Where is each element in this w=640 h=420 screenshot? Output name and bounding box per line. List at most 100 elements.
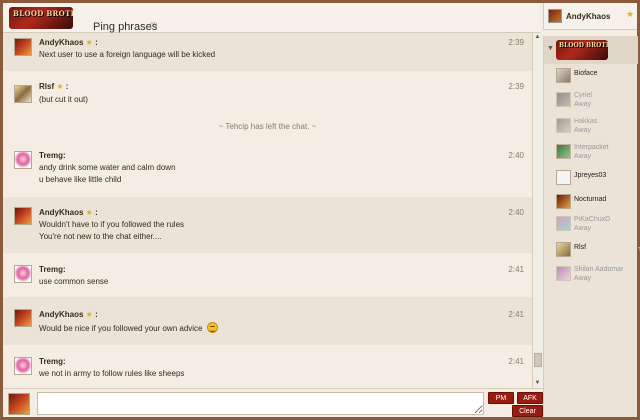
avatar xyxy=(556,242,571,257)
chat-header: BLOOD BROTHERS Ping phrases (?) xyxy=(3,3,540,33)
message-username[interactable]: Tremg: xyxy=(39,265,66,274)
user-name: Rlsf xyxy=(574,244,587,251)
user-name: PiKaChuxD xyxy=(574,216,611,223)
message-text: u behave like little child xyxy=(39,175,122,184)
star-icon: ★ xyxy=(626,9,635,19)
avatar xyxy=(556,194,571,209)
message-list: AndyKhaos ★ : Next user to use a foreign… xyxy=(3,33,532,388)
inline-alert: ~ Tehcip has left the chat. ~ xyxy=(218,122,317,131)
message-username[interactable]: AndyKhaos ★ : xyxy=(39,208,98,217)
user-status: Away xyxy=(574,275,591,282)
user-status: Away xyxy=(574,101,591,108)
user-name: Hakkas xyxy=(574,118,598,125)
star-icon: ★ xyxy=(85,208,93,217)
message-item: AndyKhaos ★ : Wouldn't have to if you fo… xyxy=(3,197,532,253)
user-list-header[interactable]: ▼ BLOOD BROTHERS xyxy=(544,36,638,64)
avatar[interactable] xyxy=(14,357,32,375)
message-timestamp: 2:40 xyxy=(508,151,524,160)
collapse-icon[interactable]: ▼ xyxy=(547,45,554,52)
room-help-link[interactable]: (?) xyxy=(150,23,157,29)
user-status: Away xyxy=(574,153,591,160)
message-username[interactable]: Tremg: xyxy=(39,151,66,160)
message-text: Next user to use a foreign language will… xyxy=(39,50,216,59)
message-text: (but cut it out) xyxy=(39,95,88,104)
avatar xyxy=(556,92,571,107)
avatar xyxy=(556,118,571,133)
user-name: Interpacket xyxy=(574,144,609,151)
message-item: Tremg: we not in army to follow rules li… xyxy=(3,345,532,388)
current-user-name: AndyKhaos xyxy=(566,12,611,21)
avatar xyxy=(556,266,571,281)
clear-button[interactable]: Clear xyxy=(512,405,543,417)
user-name: Jpreyes03 xyxy=(574,172,607,179)
message-text: Wouldn't have to if you followed the rul… xyxy=(39,220,185,229)
avatar[interactable] xyxy=(14,309,32,327)
scroll-thumb[interactable] xyxy=(534,353,542,367)
wiki-logo[interactable]: BLOOD BROTHERS xyxy=(9,7,73,29)
message-timestamp: 2:41 xyxy=(508,357,524,366)
message-text: andy drink some water and calm down xyxy=(39,163,176,172)
star-icon: ★ xyxy=(85,310,93,319)
message-username[interactable]: AndyKhaos ★ : xyxy=(39,38,98,47)
user-list-item[interactable]: Shilan Aadomar Away xyxy=(556,264,636,284)
logo-text: BLOOD BROTHERS xyxy=(13,9,73,18)
message-username[interactable]: AndyKhaos ★ : xyxy=(39,310,98,319)
message-item: Rlsf ★ : (but cut it out) 2:39 xyxy=(3,71,532,111)
pm-button[interactable]: PM xyxy=(488,392,514,404)
user-name: Cyriel xyxy=(574,92,592,99)
message-username[interactable]: Tremg: xyxy=(39,357,66,366)
logo-text: BLOOD BROTHERS xyxy=(559,42,608,49)
scroll-up-icon[interactable]: ▲ xyxy=(533,33,542,42)
user-list-item[interactable]: Jpreyes03 xyxy=(556,168,636,188)
avatar xyxy=(556,216,571,231)
user-list-item[interactable]: Bioface xyxy=(556,66,636,86)
afk-button[interactable]: AFK xyxy=(517,392,543,404)
user-status: Away xyxy=(574,127,591,134)
current-user-bar[interactable]: AndyKhaos ★ xyxy=(543,3,637,30)
user-list-item[interactable]: Hakkas Away xyxy=(556,116,636,136)
smiley-icon xyxy=(206,322,218,333)
user-list-item[interactable]: Nocturnad xyxy=(556,192,636,212)
message-timestamp: 2:39 xyxy=(508,38,524,47)
message-composer: PM AFK Clear xyxy=(3,388,543,417)
user-name: Shilan Aadomar xyxy=(574,266,624,273)
message-input[interactable] xyxy=(37,392,484,415)
avatar[interactable] xyxy=(14,207,32,225)
avatar xyxy=(556,68,571,83)
user-list-item[interactable]: Rlsf ★ xyxy=(556,240,640,260)
message-text: use common sense xyxy=(39,277,109,286)
user-name: Nocturnad xyxy=(574,196,607,203)
message-item: AndyKhaos ★ : Next user to use a foreign… xyxy=(3,33,532,71)
wiki-logo-small: BLOOD BROTHERS xyxy=(556,40,608,60)
avatar[interactable] xyxy=(14,265,32,283)
user-name: Bioface xyxy=(574,70,598,77)
avatar[interactable] xyxy=(14,38,32,56)
message-item: Tremg: andy drink some water and calm do… xyxy=(3,143,532,195)
scroll-down-icon[interactable]: ▼ xyxy=(533,379,542,388)
avatar xyxy=(556,170,571,185)
star-icon: ★ xyxy=(56,82,64,91)
message-item: Tremg: use common sense 2:41 xyxy=(3,253,532,297)
user-status: Away xyxy=(574,225,591,232)
user-list-sidebar: ▼ BLOOD BROTHERS Bioface Cyriel Away Hak… xyxy=(543,36,640,417)
message-timestamp: 2:40 xyxy=(508,208,524,217)
message-timestamp: 2:39 xyxy=(508,82,524,91)
message-text: You're not new to the chat either.... xyxy=(39,232,162,241)
room-title: Ping phrases xyxy=(93,21,158,33)
message-timestamp: 2:41 xyxy=(508,310,524,319)
message-item: AndyKhaos ★ : Would be nice if you follo… xyxy=(3,297,532,345)
star-icon: ★ xyxy=(85,38,93,47)
message-scrollbar[interactable]: ▲ ▼ xyxy=(532,33,542,388)
avatar[interactable] xyxy=(14,151,32,169)
user-list-item[interactable]: Interpacket Away xyxy=(556,142,636,162)
avatar xyxy=(548,9,562,23)
user-list-item[interactable]: Cyriel Away xyxy=(556,90,636,110)
message-username[interactable]: Rlsf ★ : xyxy=(39,82,68,91)
avatar xyxy=(556,144,571,159)
avatar xyxy=(8,393,30,415)
message-timestamp: 2:41 xyxy=(508,265,524,274)
user-list-item[interactable]: PiKaChuxD Away xyxy=(556,214,636,234)
avatar[interactable] xyxy=(14,85,32,103)
message-text: we not in army to follow rules like shee… xyxy=(39,369,185,378)
message-text: Would be nice if you followed your own a… xyxy=(39,322,218,335)
